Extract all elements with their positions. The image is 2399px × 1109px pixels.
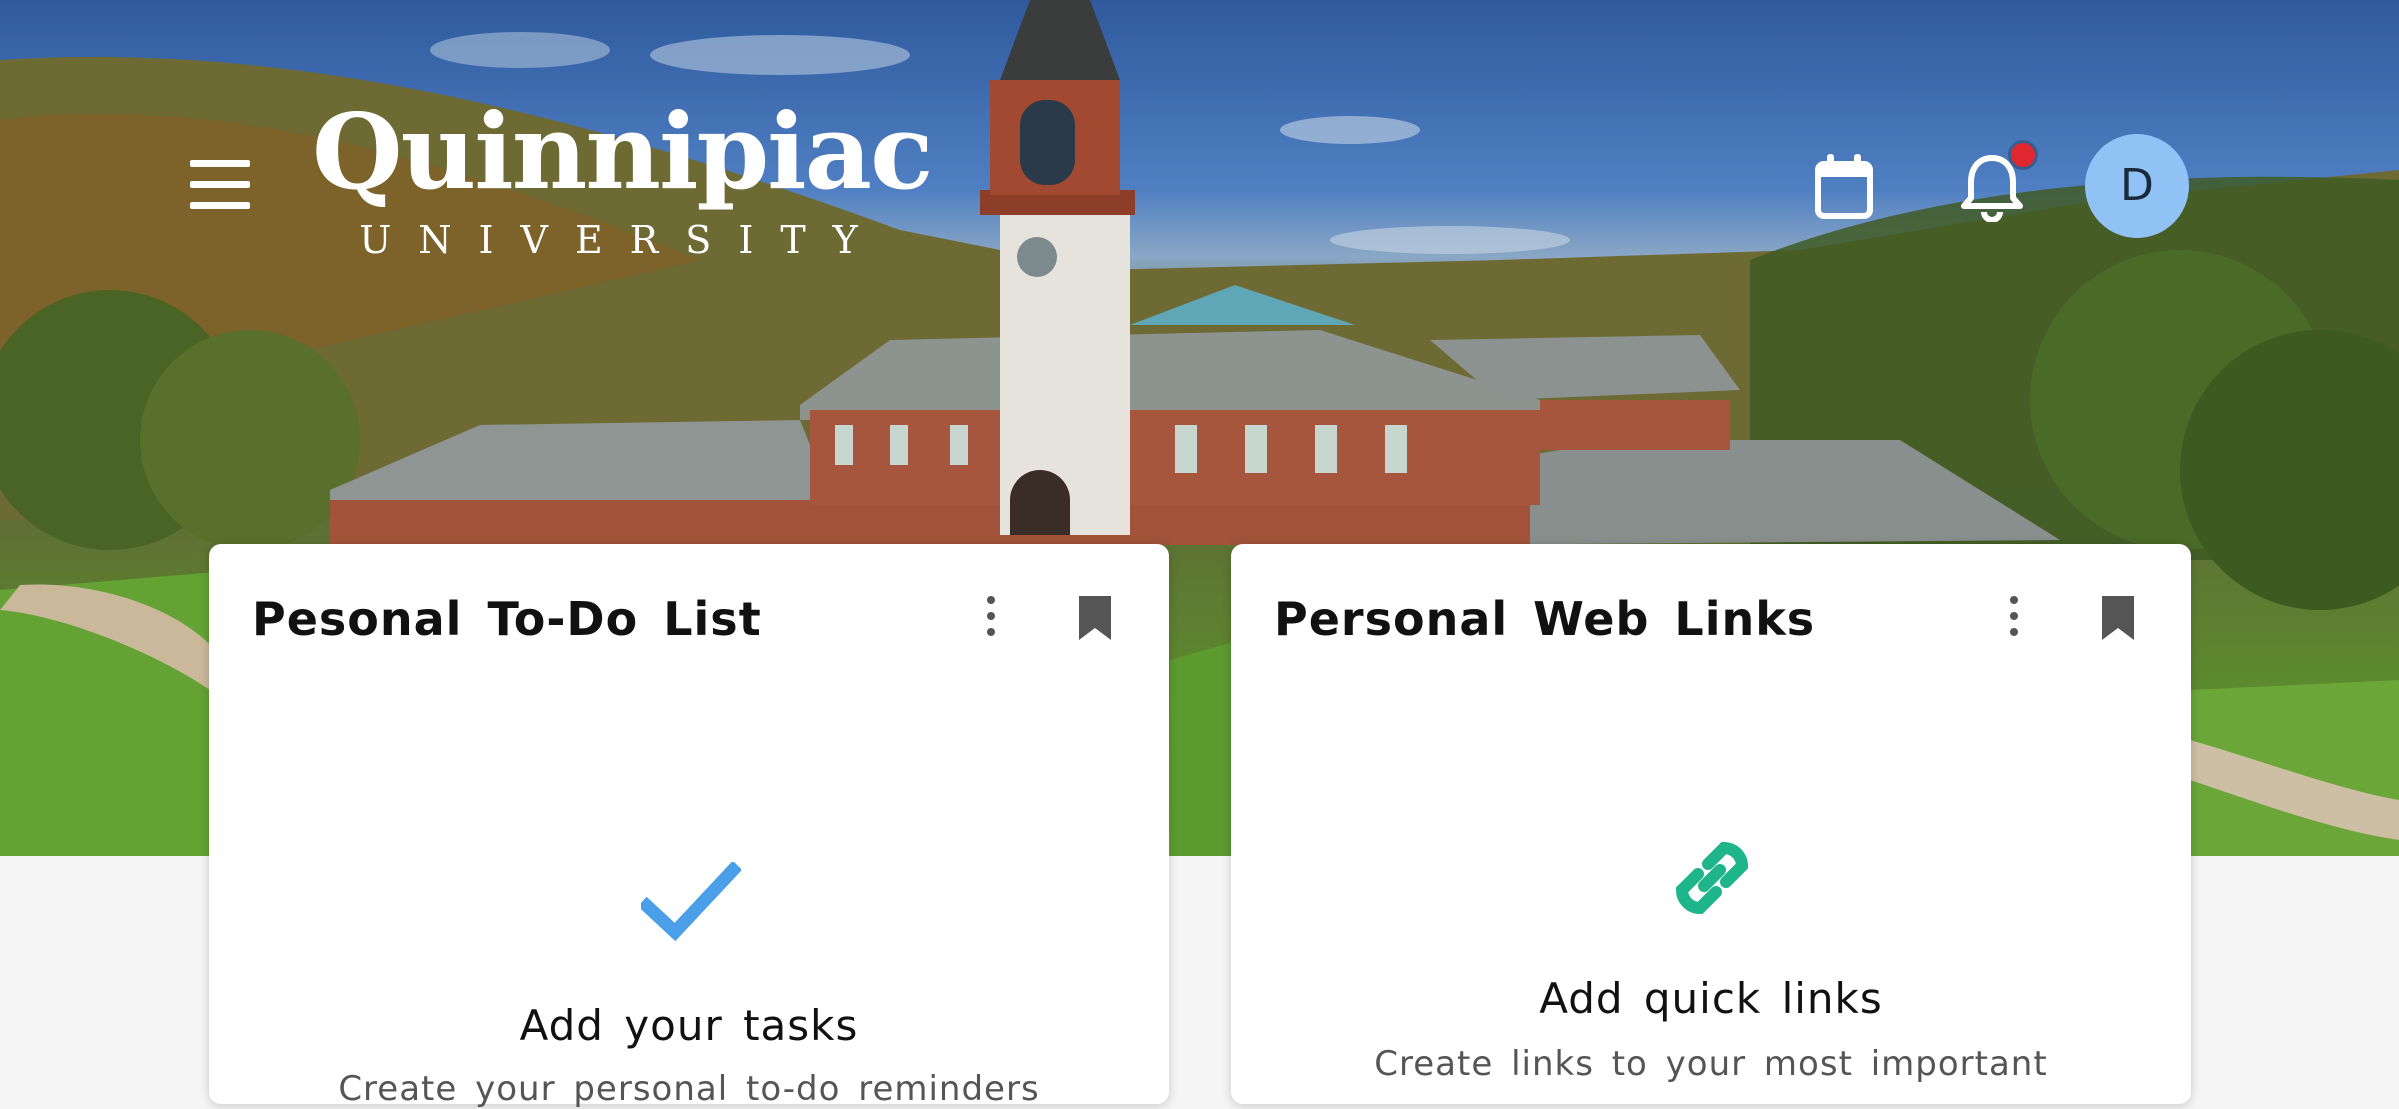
calendar-icon[interactable] <box>1812 152 1876 222</box>
web-links-card-heading: Add quick links <box>1539 974 1883 1023</box>
logo-wordmark: Quinnipiac <box>312 90 933 213</box>
todo-card: Pesonal To-Do List Add your tasks Create… <box>209 544 1169 1109</box>
web-links-card: Personal Web Links Add quick links Creat… <box>1231 544 2191 1104</box>
todo-card-heading: Add your tasks <box>519 1001 859 1050</box>
links-more-options-button[interactable] <box>2004 596 2024 646</box>
logo-subtitle: UNIVERSITY <box>359 218 885 262</box>
web-links-card-description: Create links to your most important <box>1374 1044 2048 1084</box>
notification-dot <box>2008 140 2038 170</box>
kebab-icon <box>2010 596 2018 604</box>
todo-more-options-button[interactable] <box>981 596 1001 646</box>
todo-card-title: Pesonal To-Do List <box>252 592 762 646</box>
menu-button[interactable] <box>190 160 250 210</box>
avatar[interactable]: D <box>2085 134 2189 238</box>
menu-icon <box>190 160 250 167</box>
todo-bookmark-icon[interactable] <box>1077 594 1113 642</box>
web-links-card-title: Personal Web Links <box>1274 592 1816 646</box>
links-bookmark-icon[interactable] <box>2100 594 2136 642</box>
todo-card-description: Create your personal to-do reminders <box>338 1069 1040 1109</box>
check-icon <box>641 862 741 942</box>
link-icon <box>1675 841 1749 915</box>
university-logo[interactable]: Quinnipiac UNIVERSITY <box>312 90 933 263</box>
kebab-icon <box>987 596 995 604</box>
